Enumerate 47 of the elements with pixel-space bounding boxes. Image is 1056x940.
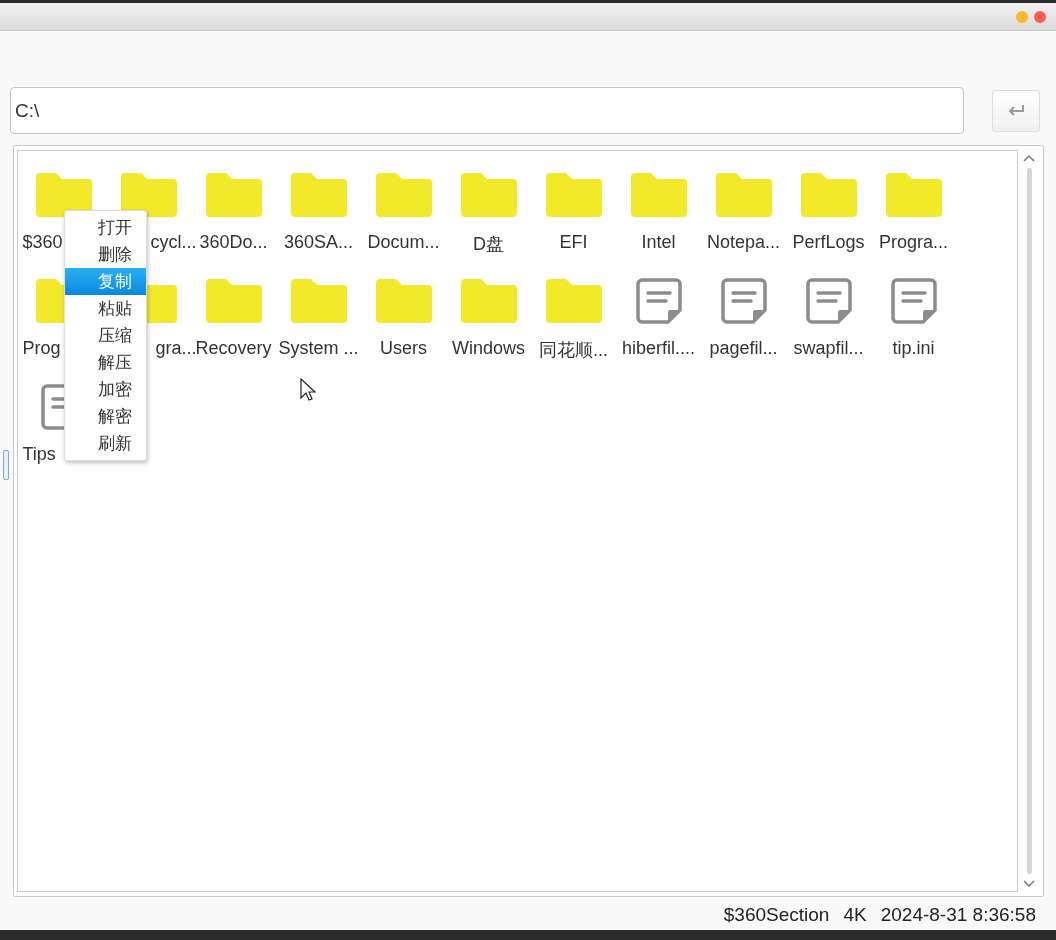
file-name: cycl... [150, 232, 197, 253]
menu-item[interactable]: 加密 [65, 376, 146, 403]
status-file-name: $360Section [723, 904, 830, 926]
file-name: Tips [22, 444, 56, 465]
file-name: tip.ini [892, 338, 935, 359]
status-file-size: 4K [843, 904, 867, 926]
file-name: Progra... [879, 232, 948, 253]
close-button[interactable] [1034, 10, 1046, 23]
menu-item[interactable]: 压缩 [65, 322, 146, 349]
file-name: Notepa... [706, 232, 780, 253]
menu-item[interactable]: 打开 [65, 214, 146, 241]
scroll-up-icon[interactable] [1023, 154, 1035, 162]
file-name: Intel [641, 232, 676, 253]
file-name: hiberfil.... [622, 338, 695, 359]
menu-item[interactable]: 解密 [65, 403, 146, 430]
file-name: pagefil... [709, 338, 778, 359]
file-name: 360Do... [199, 232, 268, 253]
minimize-button[interactable] [1016, 10, 1028, 23]
file-name: swapfil... [793, 338, 864, 359]
menu-item[interactable]: 刷新 [65, 430, 146, 457]
file-name: PerfLogs [792, 232, 865, 253]
menu-item[interactable]: 粘贴 [65, 295, 146, 322]
file-name: Recovery [195, 338, 272, 359]
path-field[interactable]: C:\ [10, 87, 964, 134]
file-name: Docum... [367, 232, 440, 253]
return-arrow-icon [1006, 104, 1026, 118]
scroll-down-icon[interactable] [1023, 880, 1035, 888]
file-name: Prog [22, 338, 61, 359]
file-name: 360SA... [283, 232, 353, 253]
file-name: gra... [155, 338, 197, 359]
file-name: D盘 [473, 233, 504, 256]
file-name: EFI [559, 232, 588, 253]
document-icon[interactable] [890, 278, 937, 324]
status-modified-date: 2024-8-31 8:36:58 [880, 904, 1036, 926]
file-name: $360 [22, 232, 63, 253]
document-icon[interactable] [805, 278, 852, 324]
file-name: Windows [452, 338, 525, 359]
mouse-cursor-icon [300, 378, 316, 402]
file-name: 同花顺... [539, 339, 608, 362]
file-name: Users [380, 338, 427, 359]
menu-item[interactable]: 删除 [65, 241, 146, 268]
document-icon[interactable] [635, 278, 682, 324]
menu-item[interactable]: 解压 [65, 349, 146, 376]
file-name: System ... [278, 338, 359, 359]
enter-button[interactable] [992, 90, 1040, 132]
resize-handle[interactable] [3, 450, 9, 480]
document-icon[interactable] [720, 278, 767, 324]
